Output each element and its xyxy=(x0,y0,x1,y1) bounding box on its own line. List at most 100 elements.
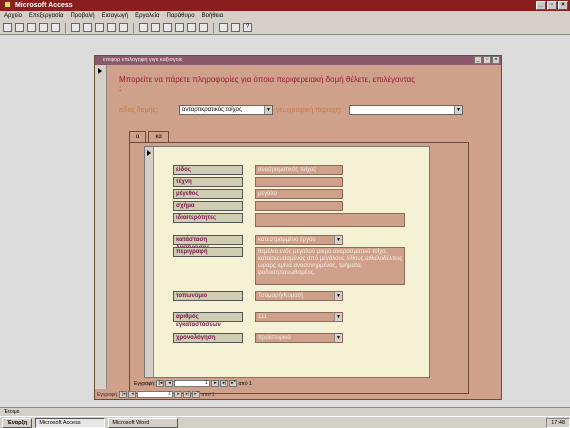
structure-type-value: ανταρτικρατικός τοίχος xyxy=(182,107,242,113)
form-title-bar: επιφορ επιλογηφη γιγκ καξισγοιε _ ▫ × xyxy=(95,56,501,65)
database-window-icon[interactable] xyxy=(219,23,228,32)
find-icon[interactable] xyxy=(175,23,184,32)
apply-filter-icon[interactable] xyxy=(163,23,172,32)
tab-a[interactable]: α xyxy=(129,131,147,142)
last-record-button[interactable]: ▸| xyxy=(220,380,229,387)
field-label-description: περιγραφή xyxy=(173,247,243,257)
main-nav-label: Εγγραφή: xyxy=(97,391,119,398)
close-button[interactable]: × xyxy=(558,1,568,10)
filter-icon[interactable] xyxy=(151,23,160,32)
chevron-down-icon[interactable]: ▼ xyxy=(264,106,272,114)
delete-record-icon[interactable] xyxy=(199,23,208,32)
field-label-shape: σχήμα xyxy=(173,201,243,211)
tab-page: είδος ανασραματικός τοίχος τέχνη μέγεθος… xyxy=(129,142,469,394)
new-record-icon[interactable] xyxy=(187,23,196,32)
start-button[interactable]: Έναρξη xyxy=(2,417,33,428)
chevron-down-icon[interactable]: ▼ xyxy=(334,236,342,244)
help-icon[interactable]: ? xyxy=(243,23,252,32)
toolbar-separator xyxy=(213,22,214,33)
copy-icon[interactable] xyxy=(83,23,92,32)
taskbar-item-word[interactable]: Microsoft Word xyxy=(108,417,179,428)
minimize-button[interactable]: _ xyxy=(536,1,546,10)
previous-record-button[interactable]: ◂ xyxy=(128,391,137,398)
field-description[interactable]: θεμέλιο ενός μεγαλού μικρό αναρασματικό … xyxy=(255,247,405,285)
format-painter-icon[interactable] xyxy=(107,23,116,32)
new-record-button[interactable]: ▸* xyxy=(192,391,201,398)
field-label-condition: κατάσταση διατήρησης xyxy=(173,235,243,251)
next-record-button[interactable]: ▸ xyxy=(174,391,183,398)
main-record-number[interactable]: 1 xyxy=(137,391,174,398)
paste-icon[interactable] xyxy=(95,23,104,32)
chevron-down-icon[interactable]: ▼ xyxy=(454,106,462,114)
subform-record-total: από 1 xyxy=(238,380,252,387)
design-view-icon[interactable] xyxy=(3,23,12,32)
system-tray-clock: 17:48 xyxy=(546,417,570,428)
menu-help[interactable]: Βοήθεια xyxy=(202,11,224,21)
status-text: Έτοιμο xyxy=(4,409,20,415)
print-preview-icon[interactable] xyxy=(39,23,48,32)
sort-icon[interactable] xyxy=(139,23,148,32)
new-object-icon[interactable] xyxy=(231,23,240,32)
structure-type-select[interactable]: ανταρτικρατικός τοίχος ▼ xyxy=(179,105,273,115)
field-count-select[interactable]: 111 ▼ xyxy=(255,312,343,322)
restore-button[interactable]: ▫ xyxy=(547,1,557,10)
field-dating-value: προϊστορικά xyxy=(258,335,291,341)
field-size[interactable]: μεγάλο xyxy=(255,189,343,199)
app-title: Microsoft Access xyxy=(14,2,73,9)
previous-record-button[interactable]: ◂ xyxy=(165,380,174,387)
subform: είδος ανασραματικός τοίχος τέχνη μέγεθος… xyxy=(144,146,430,378)
subform-record-number[interactable]: 1 xyxy=(174,380,211,387)
tab-ka[interactable]: κα xyxy=(148,131,169,142)
first-record-button[interactable]: |◂ xyxy=(156,380,165,387)
tab-strip: α κα xyxy=(129,131,171,142)
menu-bar: Αρχείο Επεξεργασία Προβολή Εισαγωγή Εργα… xyxy=(0,11,570,21)
menu-file[interactable]: Αρχείο xyxy=(4,11,22,21)
form-close-button[interactable]: × xyxy=(492,56,500,64)
cut-icon[interactable] xyxy=(71,23,80,32)
field-shape[interactable] xyxy=(255,201,343,211)
field-art[interactable] xyxy=(255,177,343,187)
field-label-size: μέγεθος xyxy=(173,189,243,199)
record-selector[interactable] xyxy=(95,65,107,389)
subform-nav-label: Εγγραφή: xyxy=(134,380,156,387)
field-features[interactable] xyxy=(255,213,405,227)
first-record-button[interactable]: |◂ xyxy=(119,391,128,398)
menu-window[interactable]: Παράθυρο xyxy=(167,11,195,21)
form-window: επιφορ επιλογηφη γιγκ καξισγοιε _ ▫ × Μπ… xyxy=(94,55,502,400)
form-heading: Μπορείτε να πάρετε πληροφορίες για όποια… xyxy=(119,75,416,93)
chevron-down-icon[interactable]: ▼ xyxy=(334,313,342,321)
print-icon[interactable] xyxy=(27,23,36,32)
taskbar-item-access[interactable]: Microsoft Access xyxy=(35,417,106,428)
app-window-controls: _ ▫ × xyxy=(536,1,568,10)
menu-view[interactable]: Προβολή xyxy=(71,11,95,21)
new-record-button[interactable]: ▸* xyxy=(229,380,238,387)
field-dating-select[interactable]: προϊστορικά ▼ xyxy=(255,333,343,343)
current-record-arrow-icon xyxy=(147,150,151,156)
subform-record-navigator: Εγγραφή: |◂ ◂ 1 ▸ ▸| ▸* από 1 xyxy=(134,380,252,387)
region-select[interactable]: ▼ xyxy=(349,105,463,115)
form-title: επιφορ επιλογηφη γιγκ καξισγοιε xyxy=(103,57,183,63)
field-condition-select[interactable]: κατεστραμμένο έργου ▼ xyxy=(255,235,343,245)
status-bar: Έτοιμο xyxy=(0,407,570,416)
field-kind[interactable]: ανασραματικός τοίχος xyxy=(255,165,343,175)
region-label: γεωγραφική περιοχή: xyxy=(276,107,342,114)
menu-edit[interactable]: Επεξεργασία xyxy=(29,11,64,21)
menu-insert[interactable]: Εισαγωγή xyxy=(102,11,129,21)
chevron-down-icon[interactable]: ▼ xyxy=(334,292,342,300)
field-label-features: ιδιαιτερότητες xyxy=(173,213,243,223)
form-maximize-button[interactable]: ▫ xyxy=(483,56,491,64)
access-logo-icon xyxy=(4,1,11,8)
save-icon[interactable] xyxy=(15,23,24,32)
main-record-total: από 1 xyxy=(201,391,215,398)
subform-record-selector[interactable] xyxy=(145,147,154,377)
menu-tools[interactable]: Εργαλεία xyxy=(135,11,159,21)
last-record-button[interactable]: ▸| xyxy=(183,391,192,398)
field-condition-value: κατεστραμμένο έργου xyxy=(258,237,316,243)
main-record-navigator: Εγγραφή: |◂ ◂ 1 ▸ ▸| ▸* από 1 xyxy=(97,391,215,398)
next-record-button[interactable]: ▸ xyxy=(211,380,220,387)
form-minimize-button[interactable]: _ xyxy=(474,56,482,64)
spelling-icon[interactable] xyxy=(51,23,60,32)
field-toponym-select[interactable]: Τσαμαρή/Κοματή ▼ xyxy=(255,291,343,301)
undo-icon[interactable] xyxy=(119,23,128,32)
chevron-down-icon[interactable]: ▼ xyxy=(334,334,342,342)
